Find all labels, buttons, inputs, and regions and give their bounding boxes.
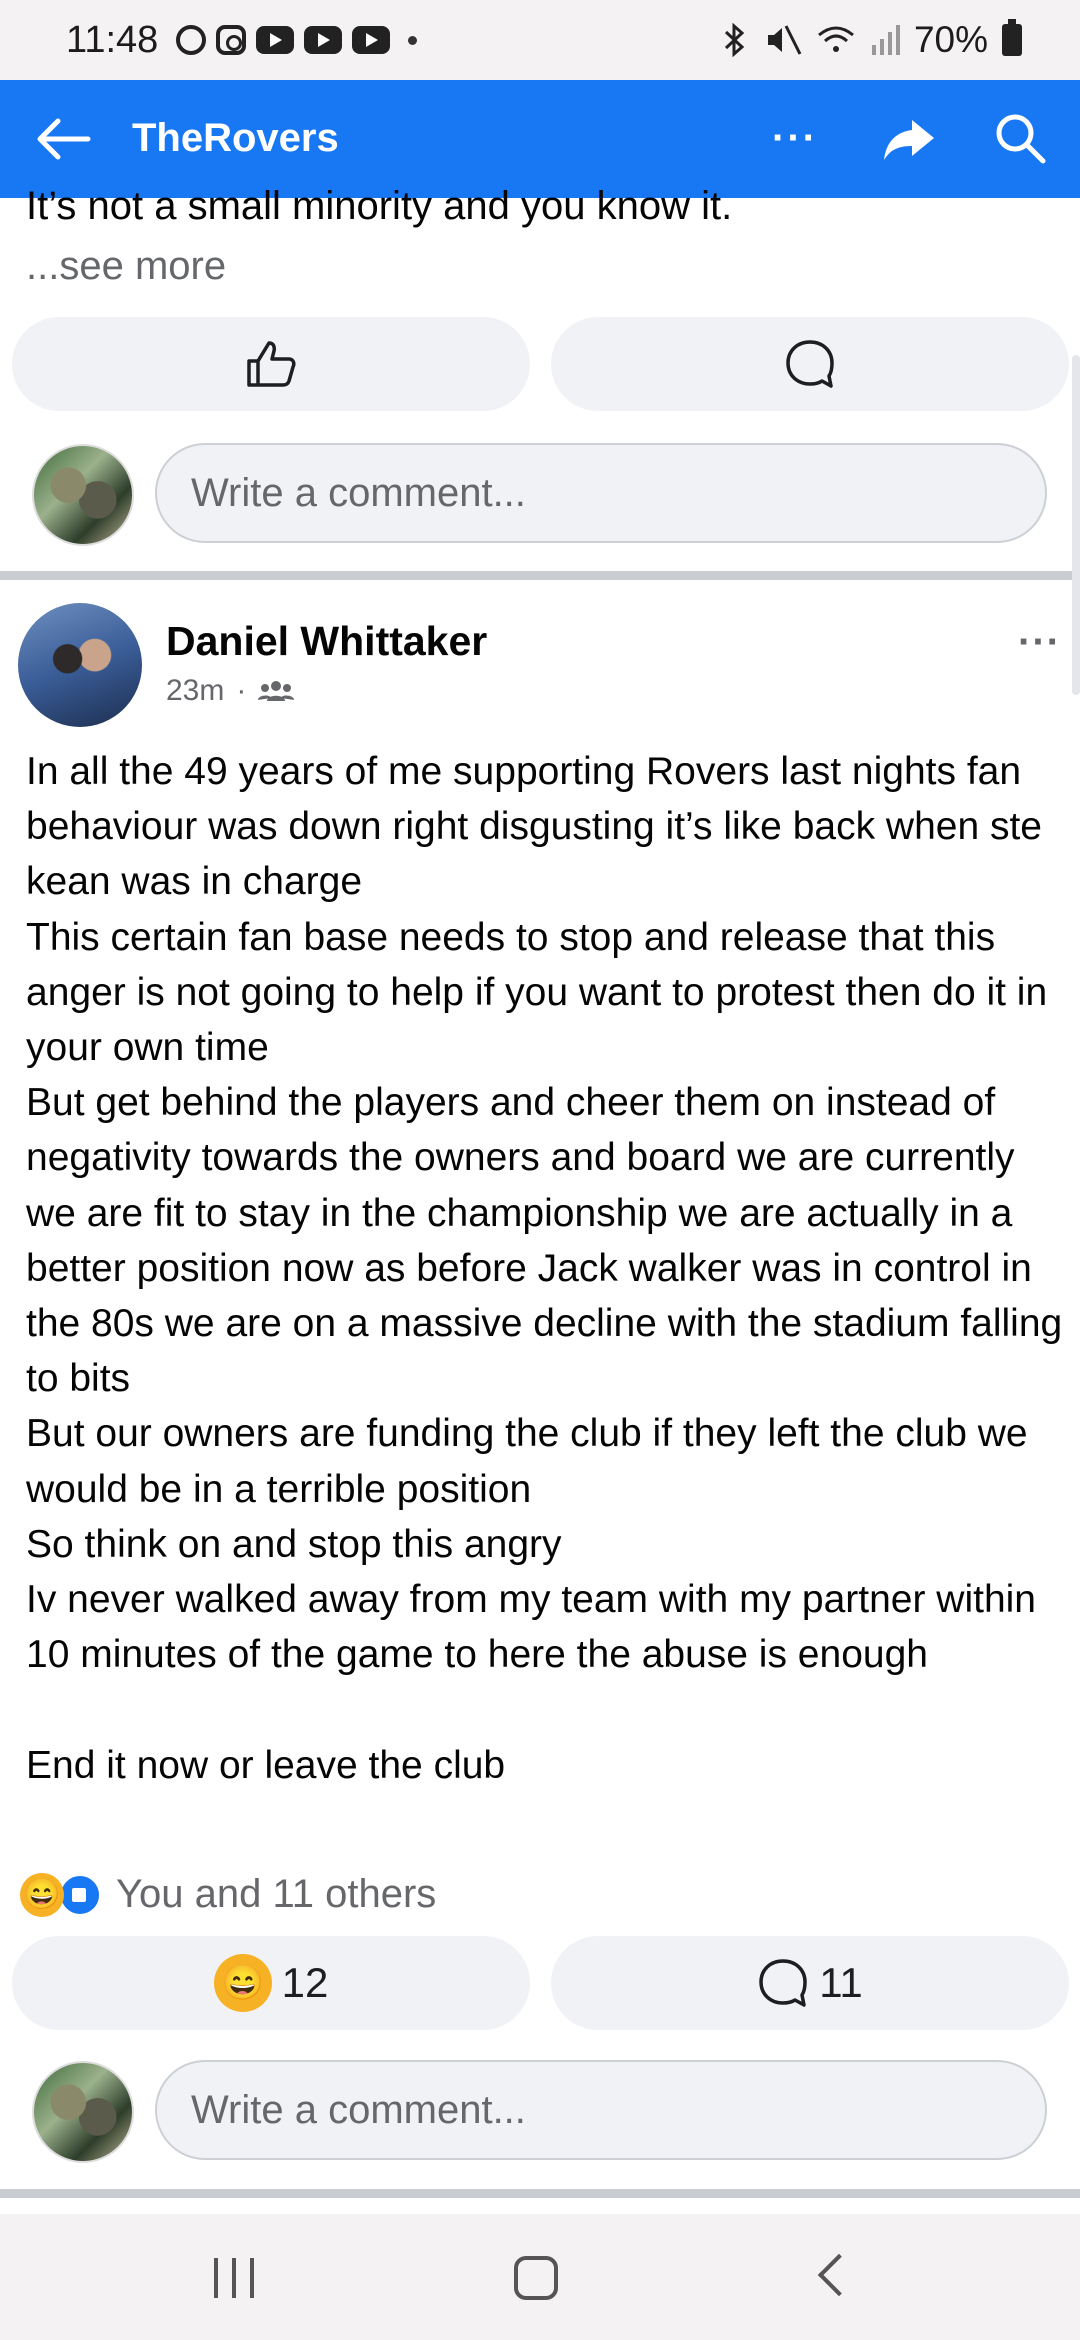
reaction-count: 12 xyxy=(281,1959,329,2006)
thumbs-up-icon xyxy=(247,341,296,387)
bluetooth-icon xyxy=(724,23,745,57)
battery-icon xyxy=(1002,19,1022,56)
like-button[interactable] xyxy=(12,317,530,411)
battery-percent: 70% xyxy=(913,19,988,60)
comment-input[interactable]: Write a comment... xyxy=(155,2060,1047,2160)
comment-bubble-icon xyxy=(759,1959,807,2007)
comment-placeholder: Write a comment... xyxy=(191,470,526,515)
search-icon[interactable] xyxy=(994,112,1046,164)
comment-button[interactable] xyxy=(551,317,1069,411)
current-user-avatar[interactable] xyxy=(32,2061,134,2163)
reactions-text: You and 11 others xyxy=(116,1872,437,1916)
post-options-icon[interactable]: ··· xyxy=(1018,620,1061,665)
system-icons: 70% xyxy=(720,19,1022,61)
author-name[interactable]: Daniel Whittaker xyxy=(166,618,487,665)
author-avatar[interactable] xyxy=(18,603,142,727)
group-icon xyxy=(258,681,295,701)
home-icon[interactable] xyxy=(514,2256,558,2300)
current-user-avatar[interactable] xyxy=(32,444,134,546)
threads-icon xyxy=(176,25,207,55)
see-more-link[interactable]: ...see more xyxy=(26,244,226,289)
reaction-button[interactable]: 😄 12 xyxy=(12,1936,530,2030)
scrollbar[interactable] xyxy=(1072,355,1080,695)
notification-icons xyxy=(176,25,418,55)
navigation-bar xyxy=(0,2214,1080,2340)
post-time[interactable]: 23m xyxy=(166,674,224,708)
share-icon[interactable] xyxy=(882,116,936,162)
post-divider xyxy=(0,2189,1080,2198)
reactions-summary[interactable]: 😄 You and 11 others xyxy=(20,1872,436,1917)
wifi-icon xyxy=(817,26,854,52)
status-time: 11:48 xyxy=(66,18,159,61)
page-title[interactable]: TheRovers xyxy=(132,116,339,161)
like-reaction-icon xyxy=(58,1872,102,1917)
meta-separator: · xyxy=(236,674,247,707)
status-bar: 11:48 70% xyxy=(0,0,1080,80)
back-arrow-icon[interactable] xyxy=(36,118,92,160)
comment-placeholder: Write a comment... xyxy=(191,2087,526,2132)
instagram-icon xyxy=(216,25,247,55)
previous-post-text: It’s not a small minority and you know i… xyxy=(26,184,733,228)
comment-bubble-icon xyxy=(786,340,834,388)
youtube-icon xyxy=(256,26,295,54)
more-horizontal-icon[interactable]: ··· xyxy=(772,116,818,161)
post-body: In all the 49 years of me supporting Rov… xyxy=(26,750,1063,1787)
comment-input[interactable]: Write a comment... xyxy=(155,443,1047,543)
haha-reaction-icon: 😄 xyxy=(213,1954,272,2012)
back-nav-icon[interactable] xyxy=(817,2253,861,2297)
comment-button[interactable]: 11 xyxy=(551,1936,1069,2030)
post-meta: 23m · xyxy=(166,674,295,708)
app-bar: TheRovers ··· xyxy=(0,80,1080,198)
more-notifications-dot xyxy=(408,35,418,45)
post-divider xyxy=(0,571,1080,580)
youtube-icon xyxy=(352,26,391,54)
youtube-icon xyxy=(304,26,343,54)
comment-count: 11 xyxy=(819,1959,863,2006)
signal-icon xyxy=(871,25,900,55)
recent-apps-icon[interactable] xyxy=(214,2258,254,2298)
haha-reaction-icon: 😄 xyxy=(20,1872,64,1917)
mute-icon xyxy=(767,25,802,55)
